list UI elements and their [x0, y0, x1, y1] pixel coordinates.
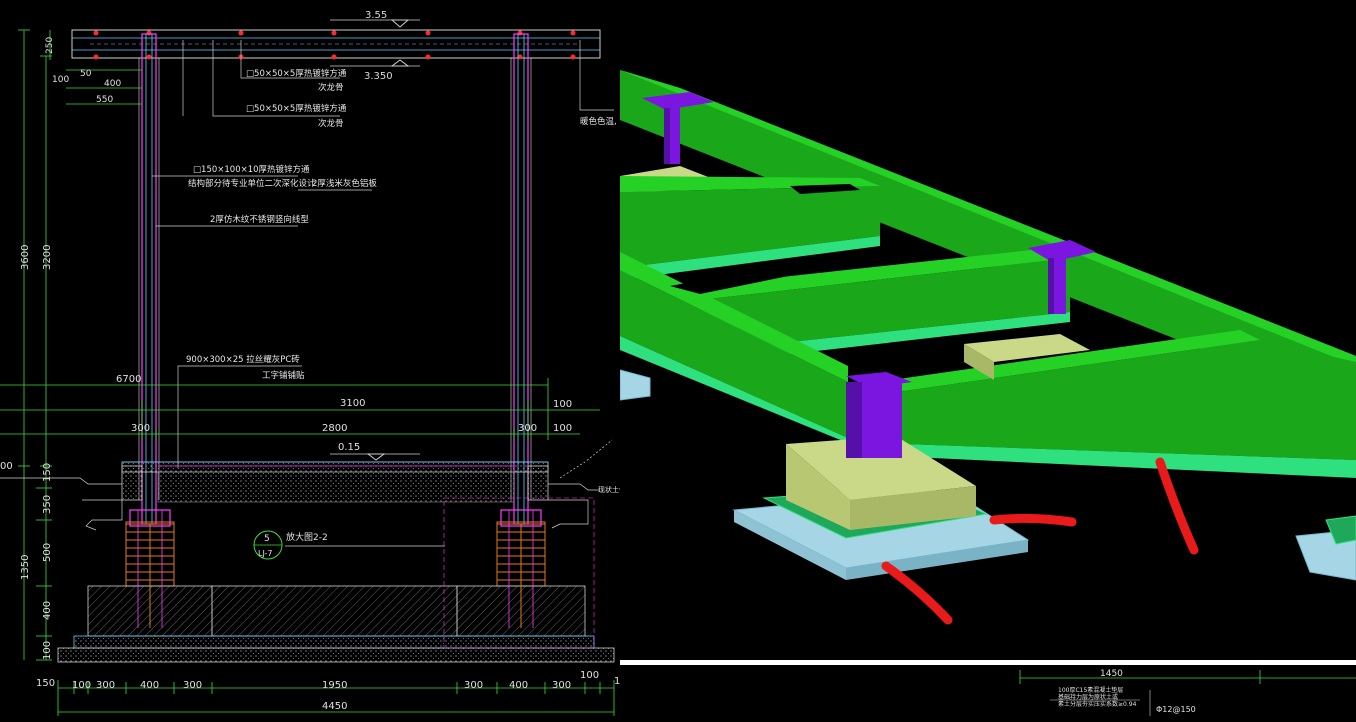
detail-sheet: LJ-7: [258, 549, 273, 558]
3d-frame-model: [620, 70, 1356, 625]
dim-bottom-100-right: 100: [580, 670, 599, 681]
strip-note-3: 素土分层夯实压实系数≥0.94: [1058, 700, 1137, 708]
note-secondary-joist-2b: 次龙骨: [318, 118, 344, 129]
cad-section-drawing: 3.55 3.350 □50×50×5厚热镀锌方通 次龙骨 □50×50×5厚热…: [0, 10, 620, 716]
dim-bottom-400-a: 400: [140, 680, 159, 691]
right-footing: [456, 509, 586, 637]
dim-400-left: 400: [42, 601, 53, 620]
detail-callout: 5 LJ-7 放大图2-2: [253, 530, 328, 560]
dim-50: 50: [80, 69, 92, 79]
note-laying-pattern: 工字铺铺贴: [262, 370, 305, 381]
top-level-1: 3.55: [365, 10, 387, 21]
foundation-base: [57, 647, 615, 663]
note-warm-color: 暖色色温,: [580, 116, 617, 127]
left-column: [138, 33, 160, 525]
dim-bottom-100-left: 100: [72, 680, 91, 691]
dim-100-top: 100: [52, 75, 69, 85]
dim-bottom-150-left: 150: [36, 678, 55, 689]
strip-note-2: 基础持力层为原状土或: [1058, 693, 1118, 701]
strip-rebar: Φ12@150: [1156, 705, 1196, 714]
foundation-cushion: [73, 635, 595, 649]
dim-100-a: 100: [553, 399, 572, 410]
footing-right: [1295, 515, 1356, 581]
paving-layer: [121, 461, 549, 503]
top-level-2: 3.350: [364, 71, 393, 82]
dim-400-top: 400: [104, 79, 121, 89]
note-secondary-joist-1: □50×50×5厚热镀锌方通: [246, 68, 347, 79]
edge-label: 现状土体: [598, 485, 620, 494]
dim-350: 350: [42, 495, 53, 514]
dim-2800: 2800: [322, 423, 347, 434]
detail-label: 放大图2-2: [286, 531, 328, 543]
dim-3600: 3600: [20, 245, 31, 270]
dim-bottom-400-b: 400: [509, 680, 528, 691]
strip-note-1: 100厚C15素混凝土垫层: [1058, 686, 1123, 694]
level-0-15: 0.15: [338, 442, 360, 453]
note-pc-brick: 900×300×25 拉丝耀灰PC砖: [186, 354, 300, 365]
note-main-steel: □150×100×10厚热镀锌方通: [193, 164, 310, 175]
dim-6700: 6700: [116, 374, 141, 385]
left-cut-text: 00: [0, 461, 13, 472]
dim-100-left: 100: [42, 641, 53, 660]
dim-bottom-1950: 1950: [322, 680, 347, 691]
dim-bottom-300-d: 300: [552, 680, 571, 691]
dim-total-4450: 4450: [322, 701, 347, 712]
dim-300-right: 300: [518, 423, 537, 434]
dim-bottom-300-a: 300: [96, 680, 115, 691]
dim-150: 150: [42, 463, 53, 482]
dim-3200: 3200: [42, 245, 53, 270]
strip-dim-1450: 1450: [1100, 669, 1123, 679]
dim-bottom-300-b: 300: [183, 680, 202, 691]
detail-number: 5: [264, 534, 270, 544]
dim-550: 550: [96, 95, 113, 105]
left-footing: [87, 509, 213, 637]
dim-3100: 3100: [340, 398, 365, 409]
note-secondary-joist-2: □50×50×5厚热镀锌方通: [246, 103, 347, 114]
right-column: [510, 33, 532, 525]
dim-100-b: 100: [553, 423, 572, 434]
dim-500: 500: [42, 543, 53, 562]
dim-250: 250: [45, 37, 55, 54]
dim-bottom-300-c: 300: [464, 680, 483, 691]
note-aluminum-panel: 2厚浅米灰色铝板: [312, 178, 377, 189]
note-wood-grain-steel: 2厚仿木纹不锈钢竖向线型: [210, 214, 309, 225]
roof-anchor-points: [93, 30, 576, 60]
note-secondary-joist-1b: 次龙骨: [318, 82, 344, 93]
dim-1350: 1350: [20, 555, 31, 580]
foundation-middle: [211, 585, 458, 637]
note-design-by-specialist: 结构部分待专业单位二次深化设计: [188, 178, 316, 189]
dim-300-left: 300: [131, 423, 150, 434]
bottom-drawing-strip: 1450 100厚C15素混凝土垫层 基础持力层为原状土或 素土分层夯实压实系数…: [620, 660, 1356, 716]
